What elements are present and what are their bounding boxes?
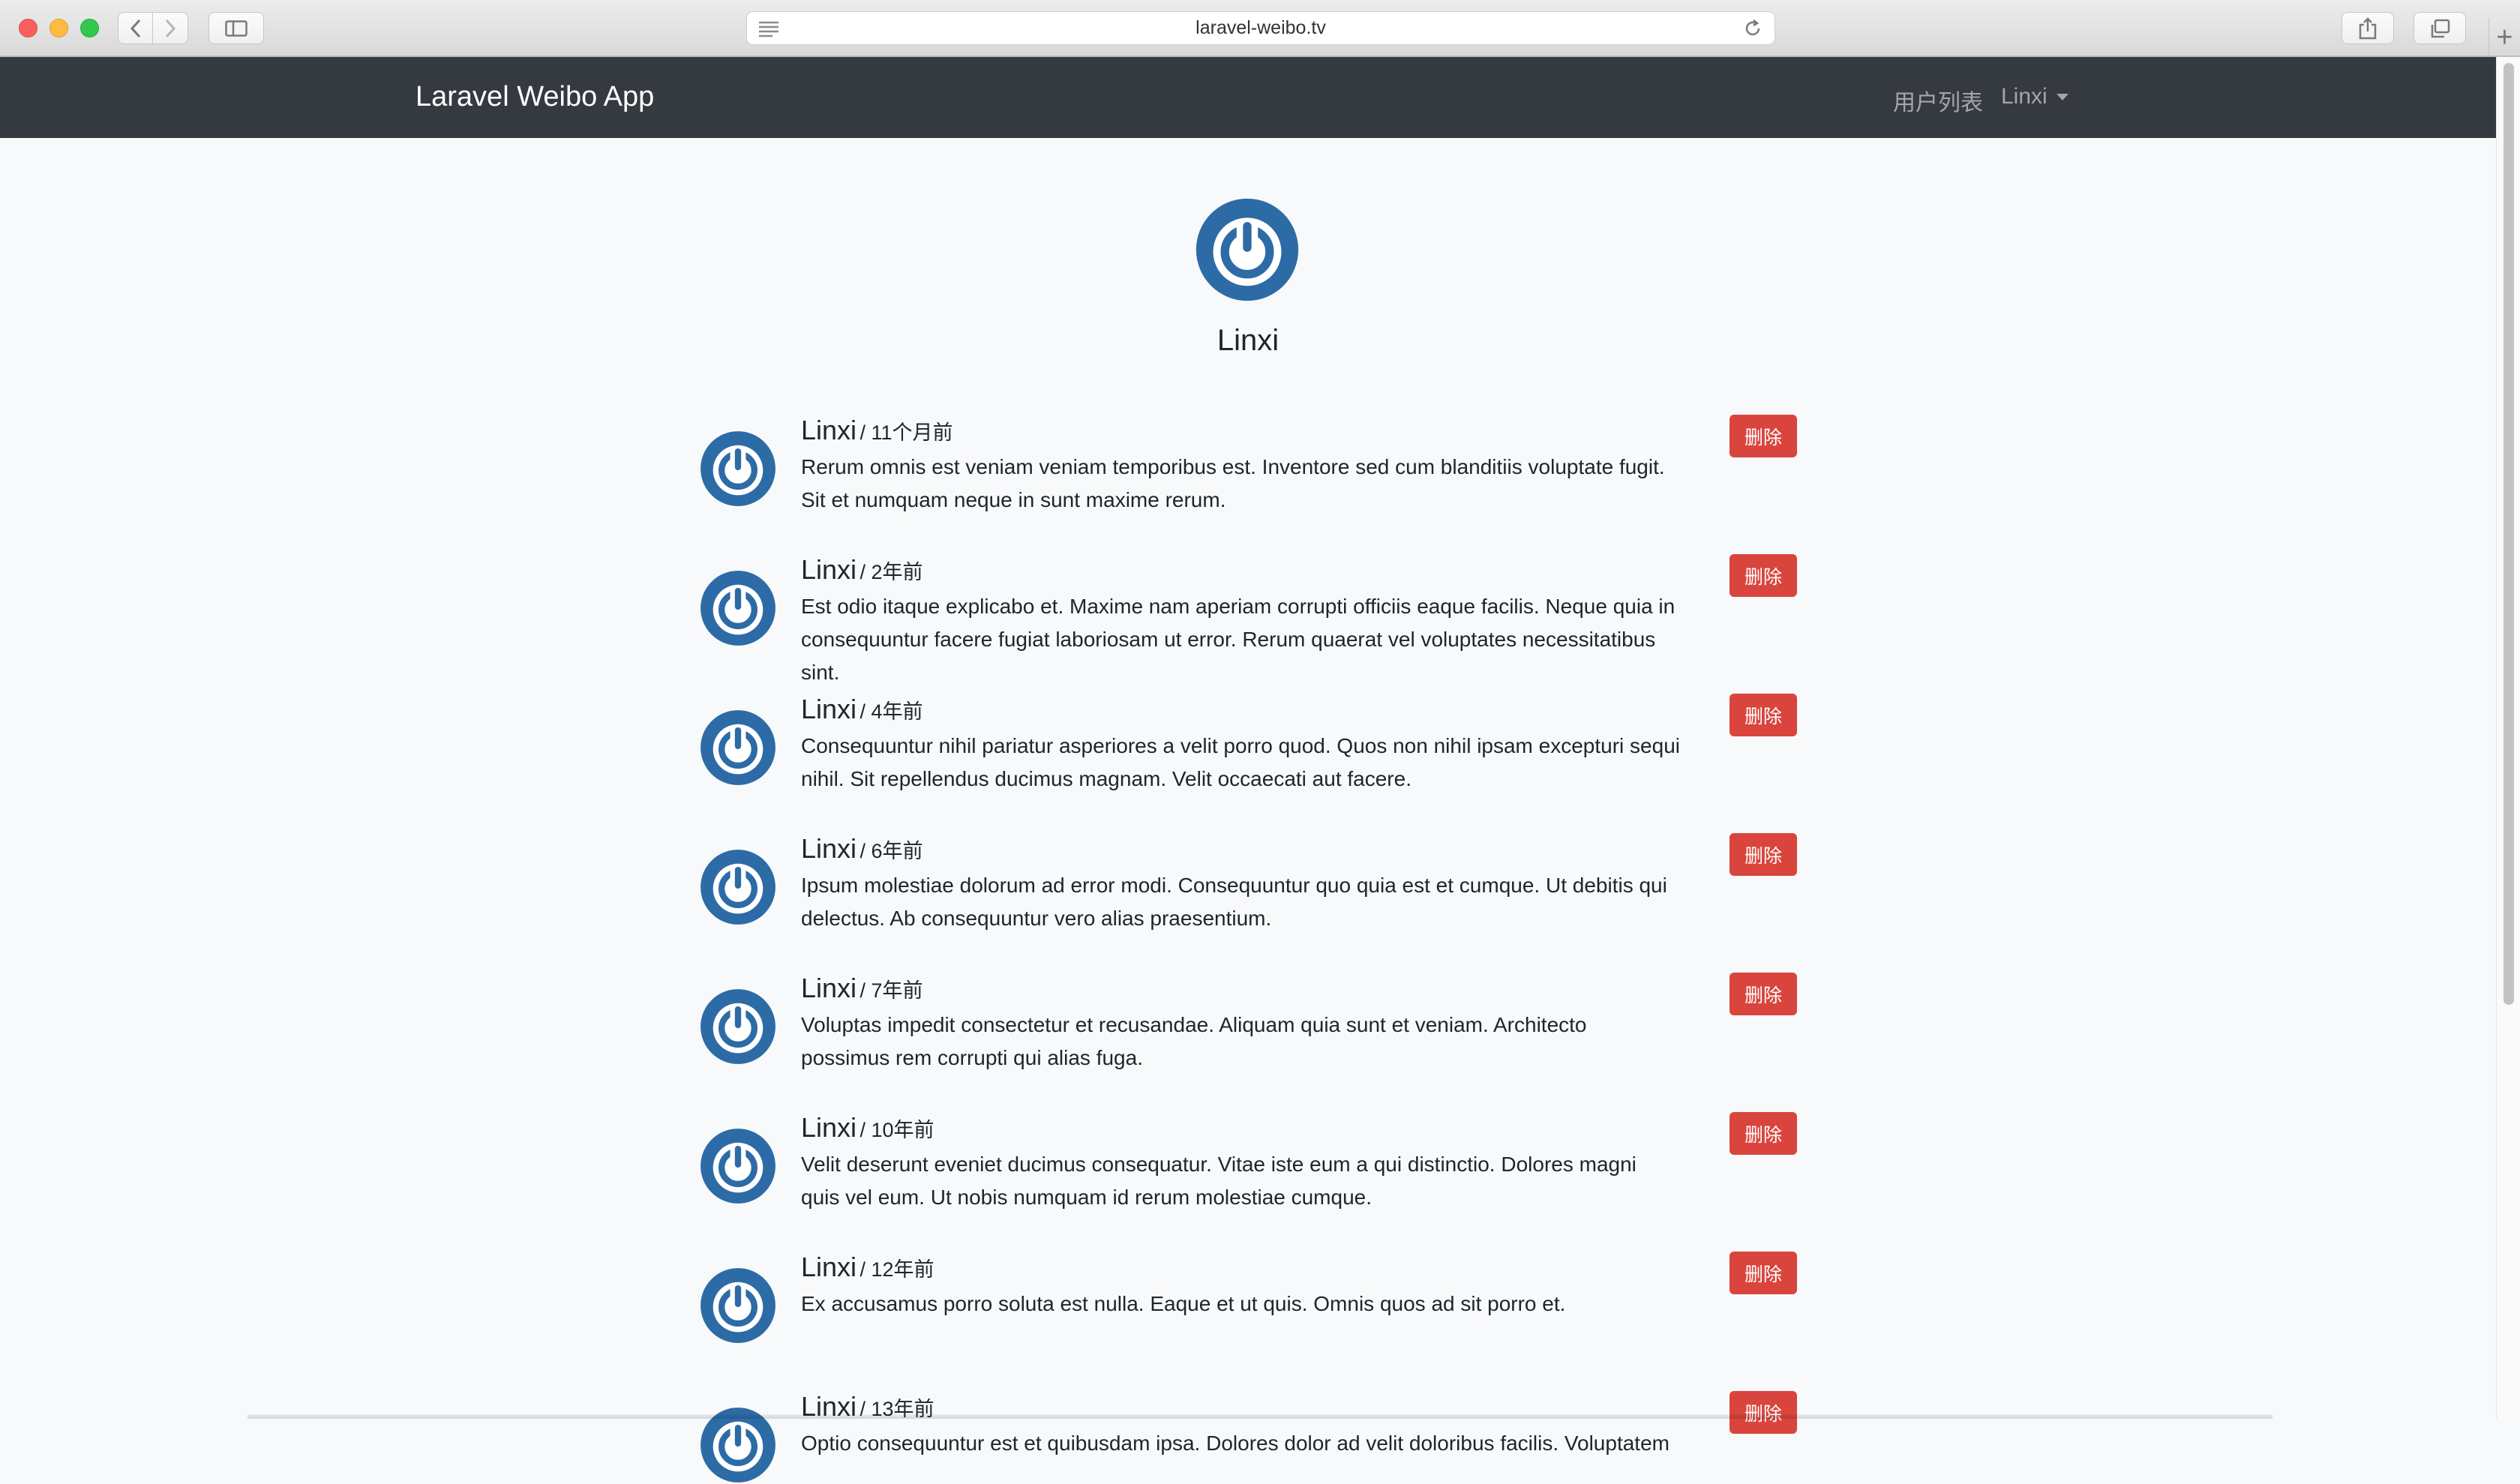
status-header: Linxi / 11个月前 [801, 415, 953, 446]
power-avatar-icon [700, 850, 776, 925]
status-timestamp: / 7年前 [860, 979, 923, 1002]
status-header: Linxi / 6年前 [801, 833, 923, 865]
status-author-link[interactable]: Linxi [801, 973, 856, 1003]
page-scrollbar[interactable] [2496, 57, 2520, 1419]
scrollbar-thumb[interactable] [2504, 63, 2514, 1005]
status-content: Ipsum molestiae dolorum ad error modi. C… [801, 874, 1667, 930]
power-avatar-icon [700, 710, 776, 785]
status-timestamp: / 11个月前 [860, 421, 953, 444]
back-button[interactable] [118, 12, 153, 44]
delete-status-button[interactable]: 删除 [1730, 1391, 1797, 1434]
plus-icon: + [2496, 22, 2513, 53]
power-avatar-icon [700, 989, 776, 1064]
brand-link[interactable]: Laravel Weibo App [416, 81, 654, 113]
power-avatar-icon [1196, 198, 1299, 301]
status-header: Linxi / 10年前 [801, 1112, 934, 1144]
status-avatar[interactable] [699, 848, 777, 926]
sidebar-toggle-button[interactable] [208, 12, 264, 44]
status-timestamp: / 10年前 [860, 1119, 934, 1141]
zoom-window-button[interactable] [80, 19, 99, 37]
minimize-window-button[interactable] [50, 19, 68, 37]
status-author-link[interactable]: Linxi [801, 1112, 856, 1143]
reader-icon[interactable] [758, 19, 780, 37]
status-content: Ex accusamus porro soluta est nulla. Eaq… [801, 1292, 1566, 1315]
delete-status-button[interactable]: 删除 [1730, 415, 1797, 457]
status-author-link[interactable]: Linxi [801, 833, 856, 864]
status-header: Linxi / 2年前 [801, 554, 923, 586]
status-content: Est odio itaque explicabo et. Maxime nam… [801, 595, 1676, 684]
tab-overview-button[interactable] [2414, 12, 2466, 44]
status-timestamp: / 4年前 [860, 700, 923, 723]
status-timestamp: / 2年前 [860, 561, 923, 583]
status-author-link[interactable]: Linxi [801, 694, 856, 724]
power-avatar-icon [700, 571, 776, 646]
close-window-button[interactable] [19, 19, 38, 37]
current-user-name: Linxi [2001, 84, 2048, 109]
delete-status-button[interactable]: 删除 [1730, 554, 1797, 597]
url-text: laravel-weibo.tv [1196, 17, 1326, 38]
status-content: Velit deserunt eveniet ducimus consequat… [801, 1153, 1636, 1209]
status-author-link[interactable]: Linxi [801, 415, 856, 445]
sidebar-icon [225, 19, 248, 37]
browser-toolbar: laravel-weibo.tv + [0, 0, 2520, 57]
chevron-left-icon [130, 19, 140, 37]
status-content: Voluptas impedit consectetur et recusand… [801, 1013, 1587, 1069]
app-navbar: Laravel Weibo App 用户列表 Linxi [0, 57, 2496, 138]
status-timestamp: / 6年前 [860, 840, 923, 862]
tabs-icon [2431, 19, 2450, 37]
status-avatar[interactable] [699, 1267, 777, 1345]
user-dropdown-toggle[interactable]: Linxi [2001, 84, 2068, 109]
address-bar[interactable]: laravel-weibo.tv [746, 11, 1775, 45]
delete-status-button[interactable]: 删除 [1730, 1252, 1797, 1294]
status-avatar[interactable] [699, 569, 777, 647]
profile-name: Linxi [1216, 324, 1280, 357]
status-avatar[interactable] [699, 1127, 777, 1205]
caret-down-icon [2056, 93, 2068, 100]
nav-users-link[interactable]: 用户列表 [1893, 84, 1983, 117]
power-avatar-icon [700, 1129, 776, 1204]
reload-icon[interactable] [1743, 19, 1762, 38]
forward-button[interactable] [153, 12, 188, 44]
status-avatar[interactable] [699, 709, 777, 787]
status-content: Consequuntur nihil pariatur asperiores a… [801, 734, 1680, 790]
profile-avatar [1194, 196, 1300, 303]
new-tab-button[interactable]: + [2488, 18, 2520, 57]
status-content: Rerum omnis est veniam veniam temporibus… [801, 455, 1665, 511]
window-edge-shadow [248, 1414, 2272, 1419]
status-content: Optio consequuntur est et quibusdam ipsa… [801, 1432, 1670, 1455]
status-header: Linxi / 4年前 [801, 694, 923, 725]
status-header: Linxi / 12年前 [801, 1252, 934, 1283]
status-header: Linxi / 7年前 [801, 973, 923, 1004]
delete-status-button[interactable]: 删除 [1730, 694, 1797, 736]
status-avatar[interactable] [699, 988, 777, 1066]
chevron-right-icon [165, 19, 176, 37]
delete-status-button[interactable]: 删除 [1730, 973, 1797, 1015]
status-avatar[interactable] [699, 430, 777, 508]
share-icon [2359, 16, 2377, 39]
delete-status-button[interactable]: 删除 [1730, 833, 1797, 876]
power-avatar-icon [700, 431, 776, 506]
share-button[interactable] [2342, 12, 2394, 44]
power-avatar-icon [700, 1268, 776, 1343]
status-timestamp: / 12年前 [860, 1258, 934, 1281]
delete-status-button[interactable]: 删除 [1730, 1112, 1797, 1155]
status-author-link[interactable]: Linxi [801, 554, 856, 585]
status-author-link[interactable]: Linxi [801, 1252, 856, 1282]
